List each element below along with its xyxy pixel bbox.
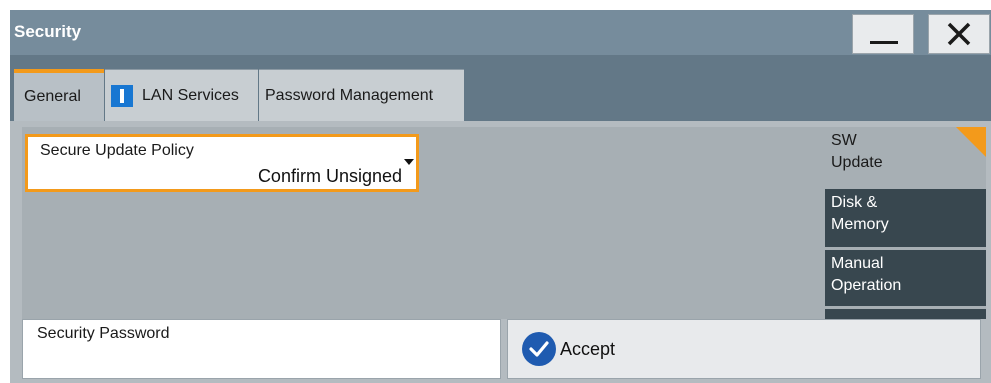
tab-password-management-label: Password Management <box>265 86 434 104</box>
tab-bar: General LAN Services Password Management <box>10 55 991 121</box>
info-icon <box>111 84 133 107</box>
close-button[interactable] <box>928 14 990 54</box>
tab-general-label: General <box>24 88 81 105</box>
side-nav-item-sw-update[interactable]: SW Update <box>825 127 986 187</box>
window-title: Security <box>14 22 82 41</box>
side-nav-item-disk-memory-line1: Disk & <box>831 194 878 211</box>
side-nav-item-disk-memory[interactable]: Disk & Memory <box>825 189 986 247</box>
active-corner-marker <box>956 127 986 157</box>
side-nav: SW Update Disk & Memory Manual Operation <box>825 127 986 319</box>
dropdown-caret-icon <box>404 159 414 165</box>
secure-update-policy-label: Secure Update Policy <box>40 142 194 159</box>
title-bar: Security <box>10 10 991 55</box>
side-nav-item-manual-operation[interactable]: Manual Operation <box>825 250 986 306</box>
side-nav-item-manual-operation-line2: Operation <box>831 277 902 294</box>
accept-button-label: Accept <box>560 338 616 359</box>
side-nav-item-manual-operation-line1: Manual <box>831 255 884 272</box>
accept-button[interactable]: Accept <box>507 319 981 379</box>
security-password-field[interactable]: Security Password <box>22 319 501 379</box>
secure-update-policy-value: Confirm Unsigned <box>257 166 402 186</box>
tab-general[interactable]: General <box>14 69 104 121</box>
bottom-row: Security Password Accept <box>10 319 991 383</box>
security-password-label: Security Password <box>37 325 170 342</box>
minimize-button[interactable] <box>852 14 914 54</box>
close-icon <box>929 15 989 53</box>
tab-lan-services-label: LAN Services <box>142 86 239 104</box>
tab-lan-services[interactable]: LAN Services <box>105 69 258 121</box>
side-nav-item-more[interactable] <box>825 309 986 319</box>
general-panel: Secure Update Policy Confirm Unsigned SW… <box>22 127 986 319</box>
secure-update-policy-select[interactable]: Secure Update Policy Confirm Unsigned <box>25 134 419 192</box>
security-dialog: Security General LAN Services Password M… <box>10 10 991 383</box>
tab-password-management[interactable]: Password Management <box>259 69 464 121</box>
minimize-icon <box>870 41 898 44</box>
checkmark-icon <box>522 332 556 366</box>
side-nav-item-disk-memory-line2: Memory <box>831 216 889 233</box>
